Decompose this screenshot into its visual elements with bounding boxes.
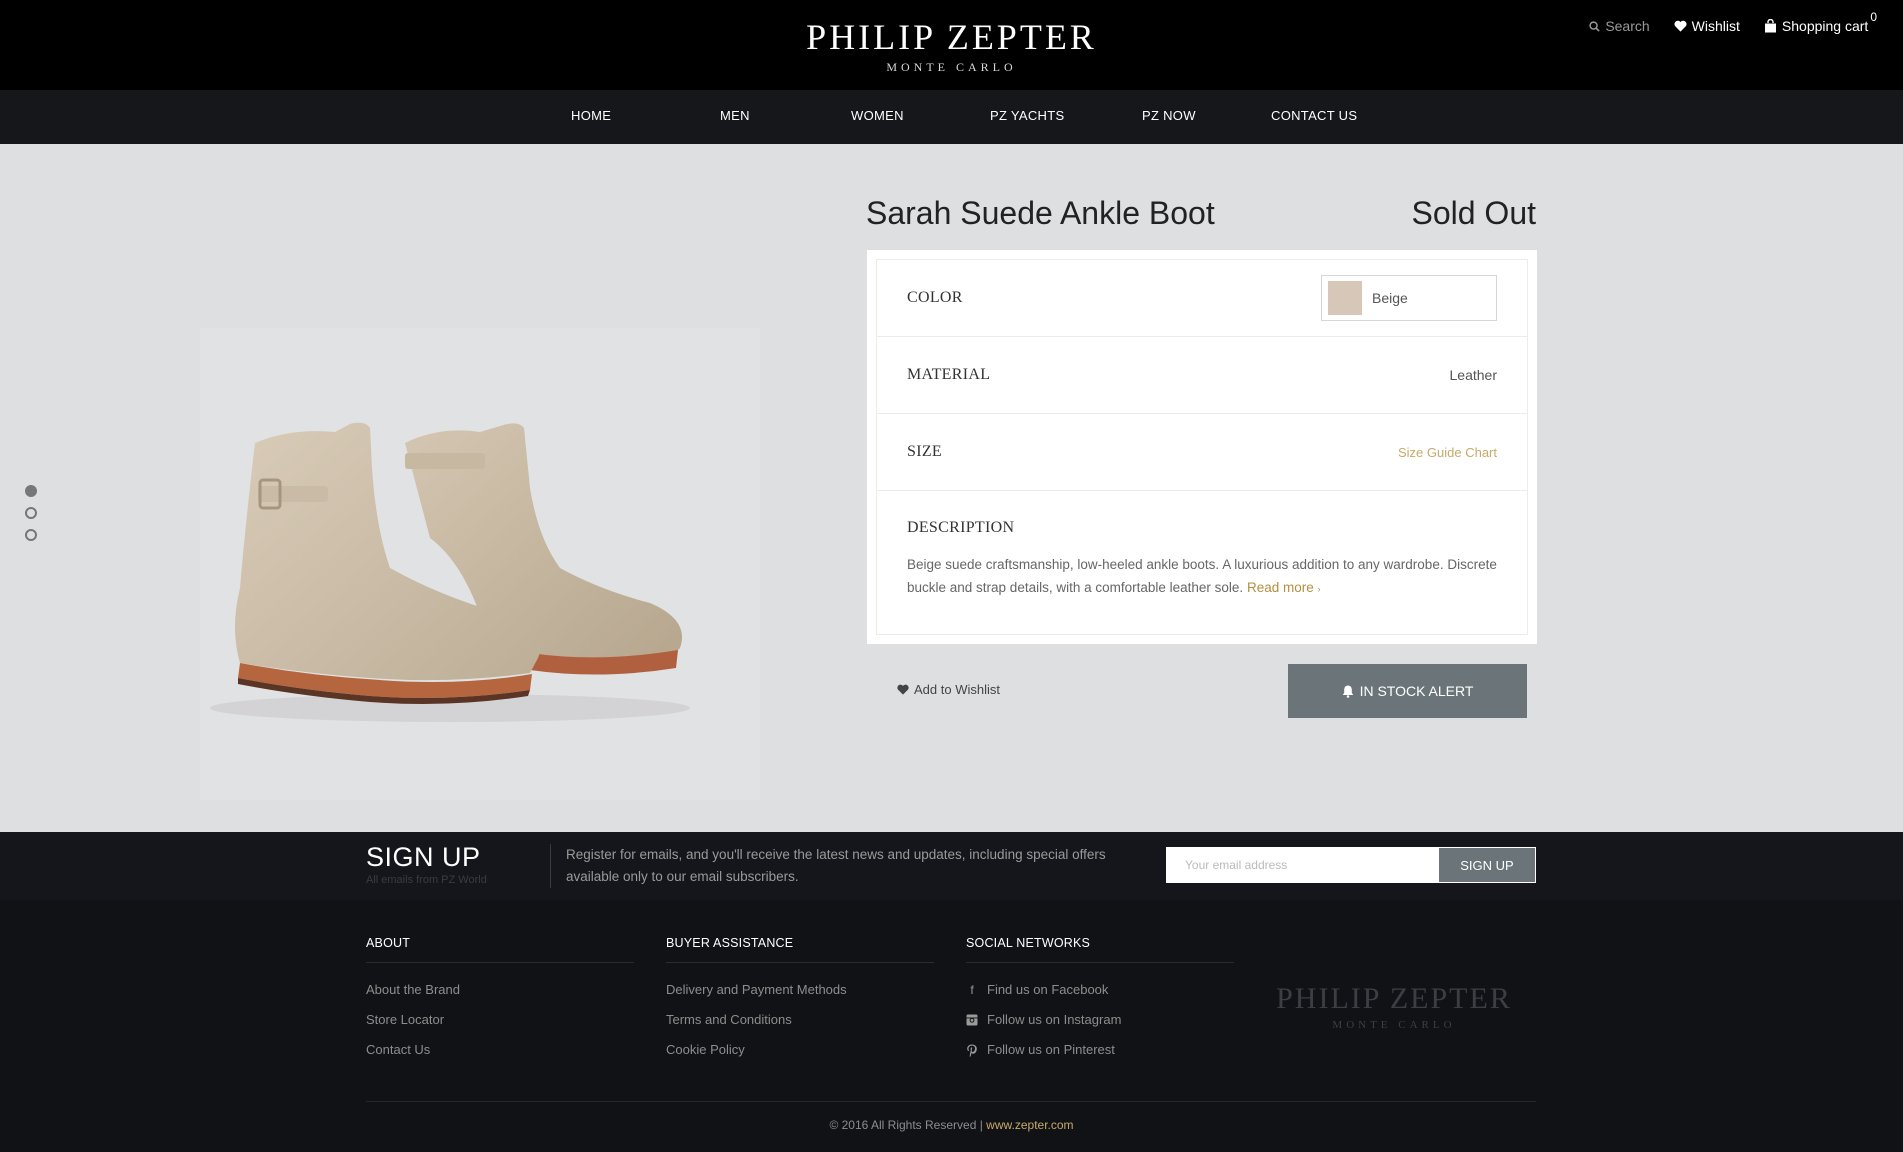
heart-icon xyxy=(897,684,909,695)
description-label: DESCRIPTION xyxy=(907,519,1015,536)
product-image[interactable] xyxy=(200,328,760,800)
site-footer: ABOUT About the Brand Store Locator Cont… xyxy=(0,900,1903,1152)
footer-about-links: About the Brand Store Locator Contact Us xyxy=(366,975,634,1065)
description-row: DESCRIPTION Beige suede craftsmanship, l… xyxy=(877,491,1527,631)
footer-link-pinterest[interactable]: Follow us on Pinterest xyxy=(966,1035,1234,1065)
nav-item-contact-us[interactable]: CONTACT US xyxy=(1271,108,1357,123)
material-value: Leather xyxy=(1449,367,1497,383)
footer-link-facebook[interactable]: f Find us on Facebook xyxy=(966,975,1234,1005)
color-value: Beige xyxy=(1372,290,1408,306)
signup-subtitle: All emails from PZ World xyxy=(366,874,487,886)
search-link[interactable]: Search xyxy=(1589,18,1650,34)
footer-link-cookie-policy[interactable]: Cookie Policy xyxy=(666,1035,934,1065)
footer-buyer-links: Delivery and Payment Methods Terms and C… xyxy=(666,975,934,1065)
facebook-label: Find us on Facebook xyxy=(987,982,1109,997)
signup-button[interactable]: SIGN UP xyxy=(1438,847,1536,883)
wishlist-label: Wishlist xyxy=(1691,18,1740,34)
logo-subtitle: MONTE CARLO xyxy=(886,60,1017,74)
read-more-link[interactable]: Read more › xyxy=(1247,580,1321,595)
color-swatch xyxy=(1328,281,1362,315)
footer-link-delivery-payment[interactable]: Delivery and Payment Methods xyxy=(666,975,934,1005)
cart-count-badge: 0 xyxy=(1870,10,1877,24)
footer-social-column: SOCIAL NETWORKS f Find us on Facebook Fo… xyxy=(966,936,1234,1065)
in-stock-alert-label: IN STOCK ALERT xyxy=(1359,683,1474,699)
add-to-wishlist-label: Add to Wishlist xyxy=(914,682,1000,697)
pinterest-label: Follow us on Pinterest xyxy=(987,1042,1115,1057)
shopping-cart-link[interactable]: Shopping cart 0 xyxy=(1764,10,1877,34)
color-label: COLOR xyxy=(907,289,963,306)
cart-label: Shopping cart xyxy=(1781,18,1869,34)
size-row: SIZE Size Guide Chart xyxy=(877,414,1527,491)
heart-icon xyxy=(1674,20,1687,32)
gallery-dot[interactable] xyxy=(25,529,37,541)
footer-about-column: ABOUT About the Brand Store Locator Cont… xyxy=(366,936,634,1065)
signup-divider xyxy=(550,844,551,888)
search-label: Search xyxy=(1605,18,1650,34)
gallery-pagination xyxy=(25,485,37,541)
bell-icon xyxy=(1342,685,1353,698)
nav-item-women[interactable]: WOMEN xyxy=(851,108,904,123)
top-header: PHILIP ZEPTER MONTE CARLO Search Wishlis… xyxy=(0,0,1903,90)
footer-link-terms[interactable]: Terms and Conditions xyxy=(666,1005,934,1035)
copyright-text: © 2016 All Rights Reserved | xyxy=(829,1118,983,1132)
material-row: MATERIAL Leather xyxy=(877,337,1527,414)
zepter-site-link[interactable]: www.zepter.com xyxy=(986,1118,1073,1132)
footer-link-contact-us[interactable]: Contact Us xyxy=(366,1035,634,1065)
shopping-bag-icon xyxy=(1764,19,1776,33)
main-navigation: HOME MEN WOMEN PZ YACHTS PZ NOW CONTACT … xyxy=(0,90,1903,144)
footer-logo[interactable]: PHILIP ZEPTER MONTE CARLO xyxy=(1266,982,1522,1031)
footer-logo-subtitle: MONTE CARLO xyxy=(1332,1019,1456,1031)
read-more-arrow-icon: › xyxy=(1317,584,1321,594)
footer-social-links: f Find us on Facebook Follow us on Insta… xyxy=(966,975,1234,1065)
newsletter-signup: SIGN UP All emails from PZ World Registe… xyxy=(0,832,1903,900)
material-label: MATERIAL xyxy=(907,366,991,383)
nav-item-men[interactable]: MEN xyxy=(720,108,750,123)
footer-link-about-brand[interactable]: About the Brand xyxy=(366,975,634,1005)
search-icon xyxy=(1589,20,1600,32)
product-details-card: COLOR Beige MATERIAL Leather SIZE Size G… xyxy=(867,250,1537,644)
copyright-line: © 2016 All Rights Reserved | www.zepter.… xyxy=(0,1118,1903,1132)
footer-divider xyxy=(366,1101,1536,1102)
nav-item-pz-yachts[interactable]: PZ YACHTS xyxy=(990,108,1064,123)
description-text: Beige suede craftsmanship, low-heeled an… xyxy=(907,553,1497,601)
add-to-wishlist-link[interactable]: Add to Wishlist xyxy=(897,682,1000,697)
nav-item-pz-now[interactable]: PZ NOW xyxy=(1142,108,1196,123)
ankle-boots-image xyxy=(210,422,690,722)
size-label: SIZE xyxy=(907,443,942,460)
gallery-dot[interactable] xyxy=(25,485,37,497)
footer-logo-title: PHILIP ZEPTER xyxy=(1276,982,1512,1015)
footer-buyer-heading: BUYER ASSISTANCE xyxy=(666,936,934,963)
read-more-label: Read more xyxy=(1246,580,1314,595)
facebook-icon: f xyxy=(970,983,974,997)
gallery-dot[interactable] xyxy=(25,507,37,519)
stock-status: Sold Out xyxy=(1411,195,1536,231)
size-guide-link[interactable]: Size Guide Chart xyxy=(1398,445,1497,460)
footer-about-heading: ABOUT xyxy=(366,936,634,963)
footer-buyer-column: BUYER ASSISTANCE Delivery and Payment Me… xyxy=(666,936,934,1065)
email-input[interactable] xyxy=(1166,847,1438,883)
description-body: Beige suede craftsmanship, low-heeled an… xyxy=(907,557,1497,595)
color-row: COLOR Beige xyxy=(877,260,1527,337)
in-stock-alert-button[interactable]: IN STOCK ALERT xyxy=(1288,664,1527,718)
wishlist-link[interactable]: Wishlist xyxy=(1674,18,1740,34)
product-title: Sarah Suede Ankle Boot xyxy=(866,195,1215,231)
footer-link-instagram[interactable]: Follow us on Instagram xyxy=(966,1005,1234,1035)
footer-social-heading: SOCIAL NETWORKS xyxy=(966,936,1234,963)
color-selector[interactable]: Beige xyxy=(1321,275,1497,321)
signup-title: SIGN UP xyxy=(366,842,481,872)
instagram-icon xyxy=(966,1014,978,1026)
product-details-inner: COLOR Beige MATERIAL Leather SIZE Size G… xyxy=(876,259,1528,635)
instagram-label: Follow us on Instagram xyxy=(987,1012,1122,1027)
nav-item-home[interactable]: HOME xyxy=(571,108,611,123)
signup-description: Register for emails, and you'll receive … xyxy=(566,847,1106,884)
header-toolbar: Search Wishlist Shopping cart 0 xyxy=(1589,10,1877,34)
footer-link-store-locator[interactable]: Store Locator xyxy=(366,1005,634,1035)
pinterest-icon xyxy=(967,1044,977,1056)
